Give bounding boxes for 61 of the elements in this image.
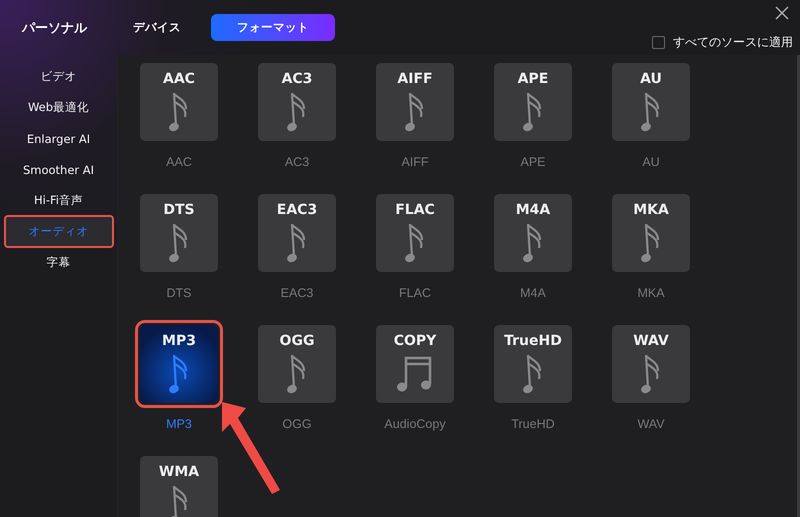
format-label: APE — [520, 155, 546, 171]
format-label: AudioCopy — [384, 417, 446, 433]
format-label: WAV — [637, 417, 665, 433]
format-title: COPY — [394, 333, 436, 349]
format-title: TrueHD — [504, 333, 562, 349]
format-tile[interactable]: WAV — [612, 325, 690, 403]
format-label: AC3 — [284, 155, 310, 171]
format-label: AIFF — [401, 155, 429, 171]
format-title: FLAC — [395, 202, 435, 218]
format-title: AIFF — [397, 71, 433, 87]
format-label: AAC — [166, 155, 192, 171]
format-tile[interactable]: COPY — [376, 325, 454, 403]
format-tile[interactable]: AU — [612, 63, 690, 141]
format-title: WMA — [158, 464, 200, 480]
format-title: WAV — [633, 333, 669, 349]
format-tile[interactable]: M4A — [494, 194, 572, 272]
format-label: OGG — [282, 417, 312, 433]
sidebar-item[interactable]: ビデオ — [4, 60, 114, 93]
checkbox-label: すべてのソースに適用 — [673, 34, 793, 51]
music-notes-icon — [396, 354, 434, 394]
sidebar-item[interactable]: オーディオ — [4, 215, 114, 248]
close-icon[interactable] — [774, 5, 790, 21]
format-title: MKA — [633, 202, 669, 218]
format-title: MP3 — [162, 333, 196, 349]
sidebar-item[interactable]: Smoother AI — [4, 153, 114, 186]
format-title: AC3 — [282, 71, 312, 87]
format-label: FLAC — [399, 286, 431, 302]
format-tile[interactable]: MP3 — [140, 325, 218, 403]
format-title: AAC — [163, 71, 195, 87]
format-label: TrueHD — [511, 417, 555, 433]
format-tile[interactable]: AAC — [140, 63, 218, 141]
format-title: OGG — [280, 333, 314, 349]
format-title: M4A — [516, 202, 550, 218]
sidebar-item[interactable]: Web最適化 — [4, 91, 114, 124]
format-label: AU — [642, 155, 660, 171]
format-title: AU — [640, 71, 662, 87]
format-label: DTS — [166, 286, 192, 302]
format-title: EAC3 — [276, 202, 318, 218]
sidebar-item[interactable]: Enlarger AI — [4, 122, 114, 155]
sidebar-item[interactable]: 字幕 — [4, 246, 114, 279]
format-tile[interactable]: EAC3 — [258, 194, 336, 272]
format-label: M4A — [520, 286, 546, 302]
format-tile[interactable]: MKA — [612, 194, 690, 272]
format-tile[interactable]: DTS — [140, 194, 218, 272]
format-title: APE — [518, 71, 548, 87]
sidebar-title: パーソナル — [20, 20, 88, 38]
format-tile[interactable]: APE — [494, 63, 572, 141]
format-label: MP3 — [166, 417, 192, 433]
tab[interactable]: フォーマット — [211, 14, 335, 41]
format-tile[interactable]: FLAC — [376, 194, 454, 272]
format-tile[interactable]: WMA — [140, 456, 218, 517]
format-label: MKA — [637, 286, 665, 302]
format-tile[interactable]: TrueHD — [494, 325, 572, 403]
tab[interactable]: デバイス — [133, 14, 181, 41]
format-tile[interactable]: OGG — [258, 325, 336, 403]
format-label: EAC3 — [280, 286, 314, 302]
format-tile[interactable]: AC3 — [258, 63, 336, 141]
checkbox[interactable] — [652, 36, 665, 49]
format-tile[interactable]: AIFF — [376, 63, 454, 141]
format-title: DTS — [163, 202, 195, 218]
sidebar-item[interactable]: Hi-Fi音声 — [4, 184, 114, 217]
